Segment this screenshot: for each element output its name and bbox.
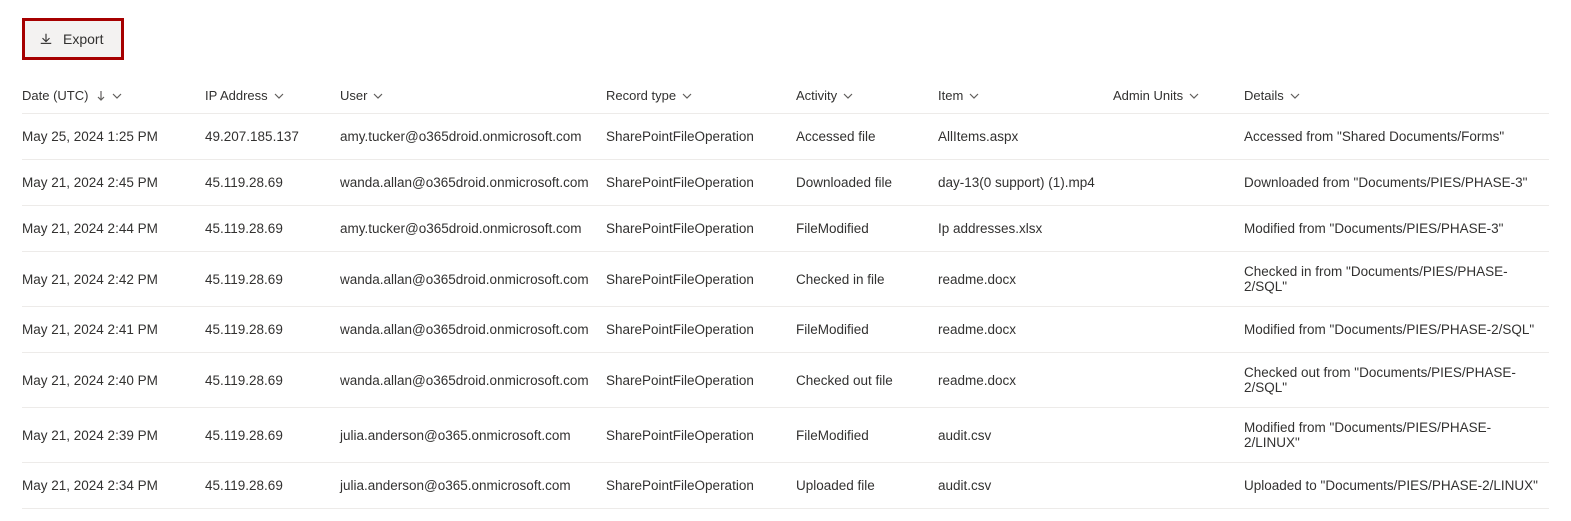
table-row[interactable]: May 21, 2024 2:41 PM45.119.28.69wanda.al…	[22, 307, 1549, 353]
cell-user: amy.tucker@o365droid.onmicrosoft.com	[340, 221, 606, 236]
column-header-label: User	[340, 88, 367, 103]
column-header-date[interactable]: Date (UTC)	[22, 88, 205, 103]
cell-date: May 21, 2024 2:42 PM	[22, 272, 205, 287]
cell-details: Checked in from "Documents/PIES/PHASE-2/…	[1244, 264, 1549, 294]
cell-activity: FileModified	[796, 322, 938, 337]
cell-details: Modified from "Documents/PIES/PHASE-2/SQ…	[1244, 322, 1549, 337]
cell-date: May 21, 2024 2:41 PM	[22, 322, 205, 337]
download-icon	[39, 32, 53, 46]
column-header-label: IP Address	[205, 88, 268, 103]
cell-ip: 45.119.28.69	[205, 221, 340, 236]
column-header-record-type[interactable]: Record type	[606, 88, 796, 103]
cell-details: Uploaded to "Documents/PIES/PHASE-2/LINU…	[1244, 478, 1549, 493]
cell-record: SharePointFileOperation	[606, 478, 796, 493]
chevron-down-icon	[969, 91, 979, 101]
cell-details: Modified from "Documents/PIES/PHASE-2/LI…	[1244, 420, 1549, 450]
chevron-down-icon	[373, 91, 383, 101]
table-row[interactable]: May 21, 2024 2:34 PM45.119.28.69julia.an…	[22, 463, 1549, 509]
cell-item: readme.docx	[938, 322, 1113, 337]
cell-record: SharePointFileOperation	[606, 129, 796, 144]
cell-details: Checked out from "Documents/PIES/PHASE-2…	[1244, 365, 1549, 395]
cell-details: Modified from "Documents/PIES/PHASE-3"	[1244, 221, 1549, 236]
chevron-down-icon	[1290, 91, 1300, 101]
cell-item: audit.csv	[938, 478, 1113, 493]
cell-record: SharePointFileOperation	[606, 175, 796, 190]
column-header-user[interactable]: User	[340, 88, 606, 103]
cell-item: AllItems.aspx	[938, 129, 1113, 144]
column-header-admin-units[interactable]: Admin Units	[1113, 88, 1244, 103]
cell-user: wanda.allan@o365droid.onmicrosoft.com	[340, 373, 606, 388]
chevron-down-icon	[843, 91, 853, 101]
cell-activity: Checked out file	[796, 373, 938, 388]
cell-user: wanda.allan@o365droid.onmicrosoft.com	[340, 322, 606, 337]
table-row[interactable]: May 21, 2024 2:45 PM45.119.28.69wanda.al…	[22, 160, 1549, 206]
cell-ip: 45.119.28.69	[205, 373, 340, 388]
table-row[interactable]: May 21, 2024 2:39 PM45.119.28.69julia.an…	[22, 408, 1549, 463]
cell-item: Ip addresses.xlsx	[938, 221, 1113, 236]
table-row[interactable]: May 21, 2024 2:44 PM45.119.28.69amy.tuck…	[22, 206, 1549, 252]
column-header-item[interactable]: Item	[938, 88, 1113, 103]
chevron-down-icon	[112, 91, 122, 101]
cell-record: SharePointFileOperation	[606, 373, 796, 388]
cell-date: May 21, 2024 2:34 PM	[22, 478, 205, 493]
cell-item: audit.csv	[938, 428, 1113, 443]
cell-record: SharePointFileOperation	[606, 322, 796, 337]
cell-user: julia.anderson@o365.onmicrosoft.com	[340, 428, 606, 443]
cell-date: May 25, 2024 1:25 PM	[22, 129, 205, 144]
column-header-label: Details	[1244, 88, 1284, 103]
column-header-details[interactable]: Details	[1244, 88, 1549, 103]
cell-date: May 21, 2024 2:44 PM	[22, 221, 205, 236]
column-header-label: Date (UTC)	[22, 88, 88, 103]
export-button-label: Export	[63, 31, 103, 47]
cell-ip: 49.207.185.137	[205, 129, 340, 144]
cell-user: wanda.allan@o365droid.onmicrosoft.com	[340, 175, 606, 190]
cell-ip: 45.119.28.69	[205, 478, 340, 493]
chevron-down-icon	[274, 91, 284, 101]
cell-item: readme.docx	[938, 272, 1113, 287]
cell-ip: 45.119.28.69	[205, 175, 340, 190]
cell-item: day-13(0 support) (1).mp4	[938, 175, 1113, 190]
sort-descending-icon	[96, 90, 106, 102]
audit-log-table: Date (UTC) IP Address User	[22, 82, 1549, 509]
column-header-label: Admin Units	[1113, 88, 1183, 103]
cell-ip: 45.119.28.69	[205, 428, 340, 443]
cell-date: May 21, 2024 2:40 PM	[22, 373, 205, 388]
cell-user: julia.anderson@o365.onmicrosoft.com	[340, 478, 606, 493]
cell-user: amy.tucker@o365droid.onmicrosoft.com	[340, 129, 606, 144]
cell-activity: Uploaded file	[796, 478, 938, 493]
table-row[interactable]: May 21, 2024 2:42 PM45.119.28.69wanda.al…	[22, 252, 1549, 307]
cell-date: May 21, 2024 2:39 PM	[22, 428, 205, 443]
cell-ip: 45.119.28.69	[205, 272, 340, 287]
cell-details: Downloaded from "Documents/PIES/PHASE-3"	[1244, 175, 1549, 190]
column-header-ip[interactable]: IP Address	[205, 88, 340, 103]
cell-ip: 45.119.28.69	[205, 322, 340, 337]
export-button[interactable]: Export	[22, 18, 124, 60]
table-row[interactable]: May 21, 2024 2:40 PM45.119.28.69wanda.al…	[22, 353, 1549, 408]
column-header-activity[interactable]: Activity	[796, 88, 938, 103]
cell-item: readme.docx	[938, 373, 1113, 388]
cell-details: Accessed from "Shared Documents/Forms"	[1244, 129, 1549, 144]
cell-record: SharePointFileOperation	[606, 428, 796, 443]
column-header-label: Record type	[606, 88, 676, 103]
column-header-label: Item	[938, 88, 963, 103]
cell-activity: FileModified	[796, 428, 938, 443]
cell-record: SharePointFileOperation	[606, 221, 796, 236]
table-row[interactable]: May 25, 2024 1:25 PM49.207.185.137amy.tu…	[22, 114, 1549, 160]
cell-record: SharePointFileOperation	[606, 272, 796, 287]
cell-activity: Checked in file	[796, 272, 938, 287]
chevron-down-icon	[682, 91, 692, 101]
cell-activity: FileModified	[796, 221, 938, 236]
cell-activity: Downloaded file	[796, 175, 938, 190]
table-header-row: Date (UTC) IP Address User	[22, 82, 1549, 114]
cell-user: wanda.allan@o365droid.onmicrosoft.com	[340, 272, 606, 287]
cell-date: May 21, 2024 2:45 PM	[22, 175, 205, 190]
cell-activity: Accessed file	[796, 129, 938, 144]
column-header-label: Activity	[796, 88, 837, 103]
chevron-down-icon	[1189, 91, 1199, 101]
